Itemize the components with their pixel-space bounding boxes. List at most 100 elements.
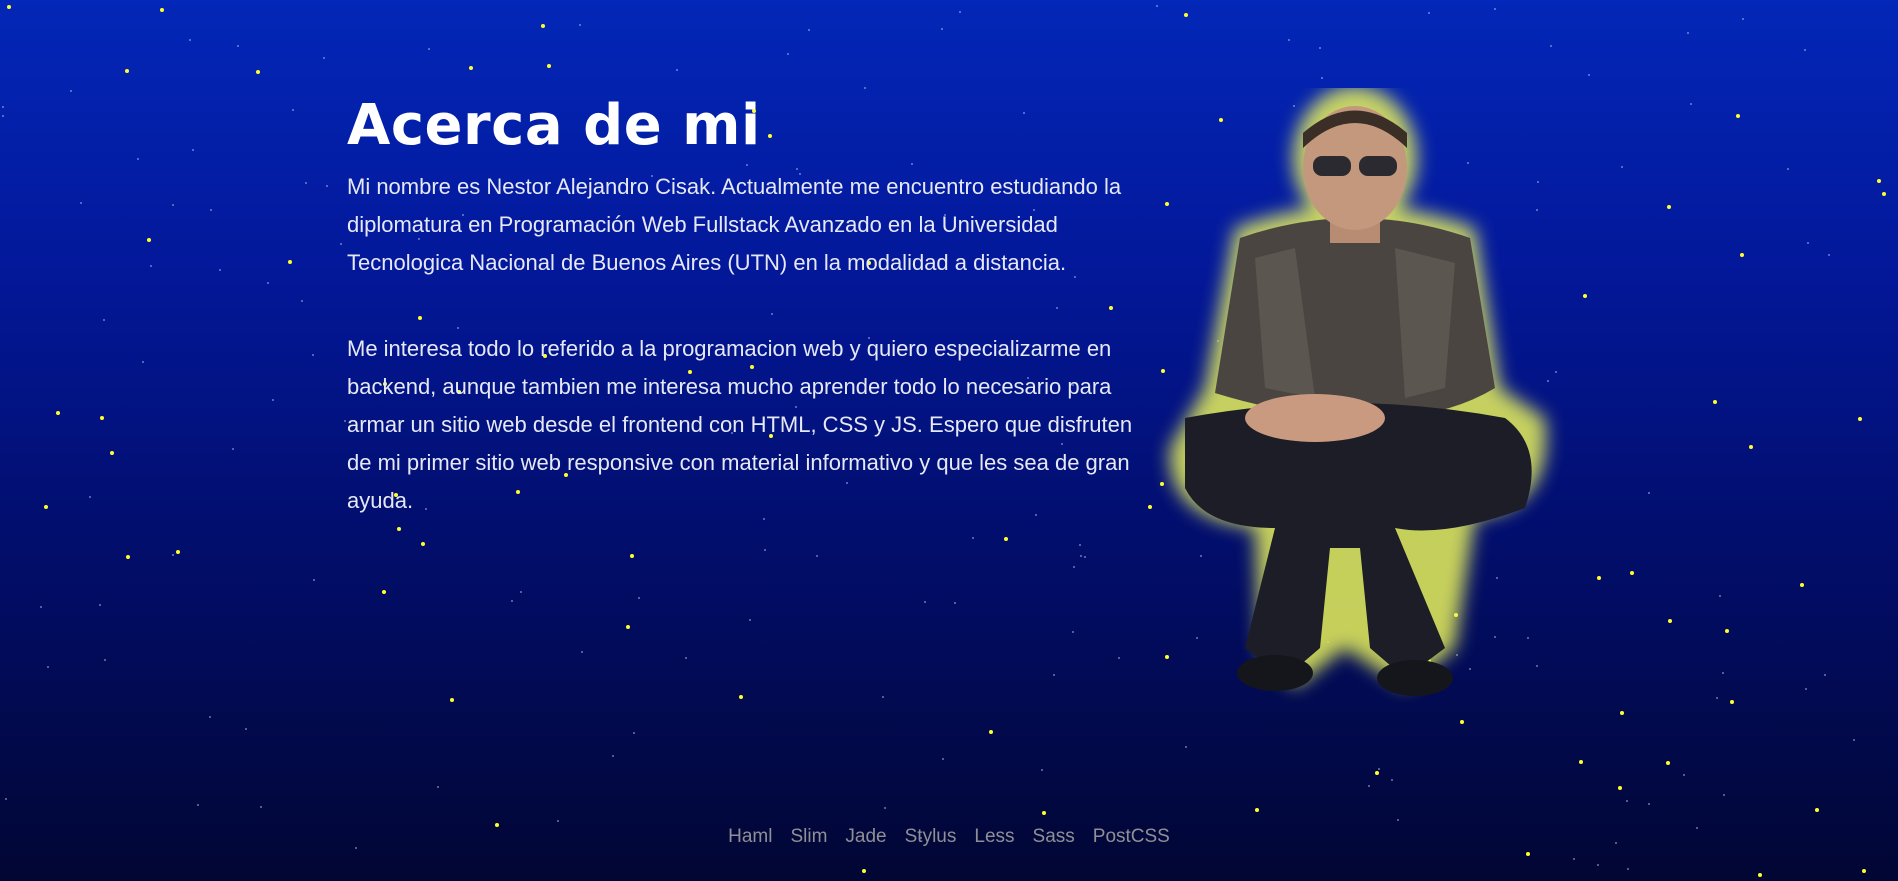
star: [1042, 811, 1046, 815]
star: [1630, 571, 1634, 575]
star: [1668, 619, 1672, 623]
star: [469, 66, 473, 70]
star: [579, 24, 581, 26]
star: [192, 149, 194, 151]
page-title: Acerca de mi: [347, 93, 761, 158]
star: [1853, 739, 1855, 741]
star: [313, 579, 315, 581]
star: [1667, 205, 1671, 209]
star: [1494, 8, 1496, 10]
star: [1620, 711, 1624, 715]
star: [142, 361, 144, 363]
star: [40, 606, 42, 608]
star: [125, 69, 129, 73]
footer-link-slim[interactable]: Slim: [790, 826, 827, 848]
star: [941, 28, 943, 30]
star: [1004, 537, 1008, 541]
star: [172, 204, 174, 206]
star: [1749, 445, 1753, 449]
star: [189, 39, 191, 41]
star: [1041, 769, 1043, 771]
star: [1626, 800, 1628, 802]
star: [260, 806, 262, 808]
star: [1368, 785, 1370, 787]
star: [1597, 864, 1599, 866]
star: [5, 798, 7, 800]
star: [1185, 746, 1187, 748]
star: [1683, 774, 1685, 776]
star: [685, 657, 687, 659]
star: [428, 48, 430, 50]
star: [1397, 819, 1399, 821]
star: [1828, 254, 1830, 256]
star: [256, 70, 260, 74]
star: [1719, 595, 1721, 597]
star: [626, 625, 630, 629]
star: [1321, 77, 1323, 79]
star: [126, 555, 130, 559]
star: [1550, 45, 1552, 47]
star: [1690, 103, 1692, 105]
star: [7, 5, 11, 9]
star: [421, 542, 425, 546]
about-paragraph-2: Me interesa todo lo referido a la progra…: [347, 336, 1133, 513]
star: [1184, 13, 1188, 17]
star: [1073, 566, 1075, 568]
star: [137, 158, 139, 160]
star: [344, 420, 346, 422]
star: [104, 659, 106, 661]
star: [1378, 768, 1380, 770]
star: [110, 451, 114, 455]
star: [612, 755, 614, 757]
star: [197, 804, 199, 806]
star: [520, 591, 522, 593]
star: [160, 8, 164, 12]
star: [1730, 700, 1734, 704]
star: [1583, 294, 1587, 298]
star: [56, 411, 60, 415]
star: [382, 590, 386, 594]
star: [245, 728, 247, 730]
footer-link-jade[interactable]: Jade: [845, 826, 886, 848]
star: [1460, 720, 1464, 724]
footer-link-postcss[interactable]: PostCSS: [1093, 826, 1170, 848]
star: [1156, 5, 1158, 7]
star: [1722, 672, 1724, 674]
star: [292, 109, 294, 111]
star: [89, 496, 91, 498]
footer-link-haml[interactable]: Haml: [728, 826, 772, 848]
star: [1391, 779, 1393, 781]
star: [541, 24, 545, 28]
star: [1716, 697, 1718, 699]
footer-link-sass[interactable]: Sass: [1033, 826, 1075, 848]
star: [210, 209, 212, 211]
star: [882, 696, 884, 698]
star: [1740, 253, 1744, 257]
star: [581, 651, 583, 653]
star: [323, 57, 325, 59]
star: [70, 90, 72, 92]
star: [989, 730, 993, 734]
star: [1804, 49, 1806, 51]
footer-nav: Haml Slim Jade Stylus Less Sass PostCSS: [0, 826, 1898, 848]
star: [749, 619, 751, 621]
star: [219, 269, 221, 271]
star: [862, 869, 866, 873]
star: [1666, 761, 1670, 765]
star: [1805, 688, 1807, 690]
profile-photo: [1169, 88, 1547, 696]
star: [547, 64, 551, 68]
star: [1053, 674, 1055, 676]
star: [959, 11, 961, 13]
star: [147, 238, 151, 242]
star: [103, 319, 105, 321]
star: [1862, 869, 1866, 873]
star: [884, 807, 886, 809]
star: [924, 601, 926, 603]
star: [2, 106, 4, 108]
star: [1800, 583, 1804, 587]
star: [808, 29, 810, 31]
star: [1713, 400, 1717, 404]
footer-link-stylus[interactable]: Stylus: [905, 826, 957, 848]
footer-link-less[interactable]: Less: [974, 826, 1014, 848]
